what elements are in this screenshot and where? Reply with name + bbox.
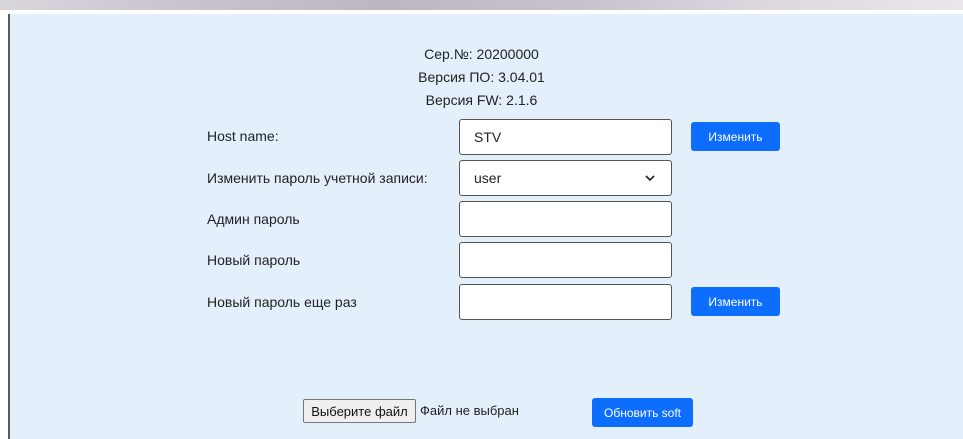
admin-password-input[interactable] (459, 201, 672, 237)
host-name-input[interactable] (459, 119, 672, 155)
file-status: Файл не выбран (420, 403, 519, 418)
account-select-label: Изменить пароль учетной записи: (207, 170, 428, 186)
chevron-down-icon (645, 175, 655, 182)
new-password-input[interactable] (459, 242, 672, 278)
change-password-button[interactable]: Изменить (691, 287, 780, 316)
serial-number: Сер.№: 20200000 (424, 46, 539, 62)
account-select-value: user (474, 170, 502, 186)
firmware-version: Версия FW: 2.1.6 (425, 92, 538, 108)
update-software-button[interactable]: Обновить soft (592, 398, 693, 427)
repeat-password-label: Новый пароль еще раз (207, 294, 357, 310)
software-version: Версия ПО: 3.04.01 (418, 69, 545, 85)
choose-file-button[interactable]: Выберите файл (303, 399, 416, 423)
admin-password-label: Админ пароль (207, 211, 300, 227)
new-password-label: Новый пароль (207, 252, 301, 268)
account-select[interactable]: user (459, 160, 672, 196)
host-name-label: Host name: (207, 128, 279, 144)
repeat-password-input[interactable] (459, 284, 672, 320)
browser-top-strip (0, 0, 963, 10)
change-host-name-button[interactable]: Изменить (691, 122, 780, 151)
